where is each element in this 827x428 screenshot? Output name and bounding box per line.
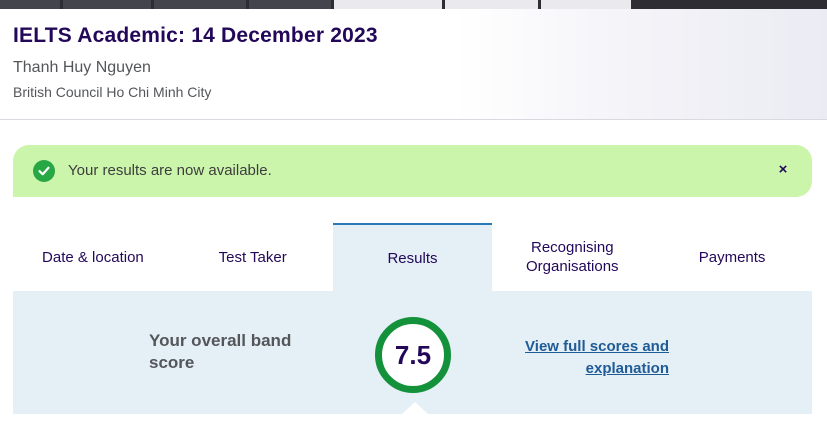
results-page: IELTS Academic: 14 December 2023 Thanh H… — [0, 0, 827, 428]
candidate-name: Thanh Huy Nguyen — [13, 59, 151, 76]
tab-payments[interactable]: Payments — [652, 223, 812, 291]
alert-message: Your results are now available. — [68, 162, 272, 179]
top-nav-segment[interactable] — [445, 0, 538, 9]
overall-band-badge: 7.5 — [375, 317, 451, 393]
page-title: IELTS Academic: 14 December 2023 — [13, 24, 378, 47]
top-nav-segment[interactable] — [541, 0, 631, 9]
overall-band-score: 7.5 — [394, 339, 432, 370]
tab-results[interactable]: Results — [332, 223, 493, 291]
top-nav-segment[interactable] — [0, 0, 60, 9]
top-nav-segment[interactable] — [334, 0, 442, 9]
tab-date-location[interactable]: Date & location — [13, 223, 173, 291]
panel-pointer — [402, 402, 428, 414]
tab-test-taker[interactable]: Test Taker — [173, 223, 333, 291]
results-available-alert: Your results are now available. × — [13, 145, 812, 197]
view-full-scores-link[interactable]: View full scores and explanation — [493, 336, 669, 380]
booking-header: IELTS Academic: 14 December 2023 Thanh H… — [0, 9, 827, 120]
top-nav-segment[interactable] — [154, 0, 246, 9]
results-panel: Your overall band score 7.5 View full sc… — [13, 291, 812, 414]
test-centre-name: British Council Ho Chi Minh City — [13, 84, 212, 100]
close-icon[interactable]: × — [774, 159, 792, 181]
booking-tabs: Date & location Test Taker Results Recog… — [13, 223, 812, 291]
overall-band-label: Your overall band score — [149, 331, 292, 372]
tab-recognising-organisations[interactable]: Recognising Organisations — [492, 223, 652, 291]
top-nav-segment[interactable] — [249, 0, 331, 9]
top-nav-strip — [0, 0, 827, 9]
check-circle-icon — [33, 160, 55, 182]
top-nav-segment[interactable] — [63, 0, 151, 9]
